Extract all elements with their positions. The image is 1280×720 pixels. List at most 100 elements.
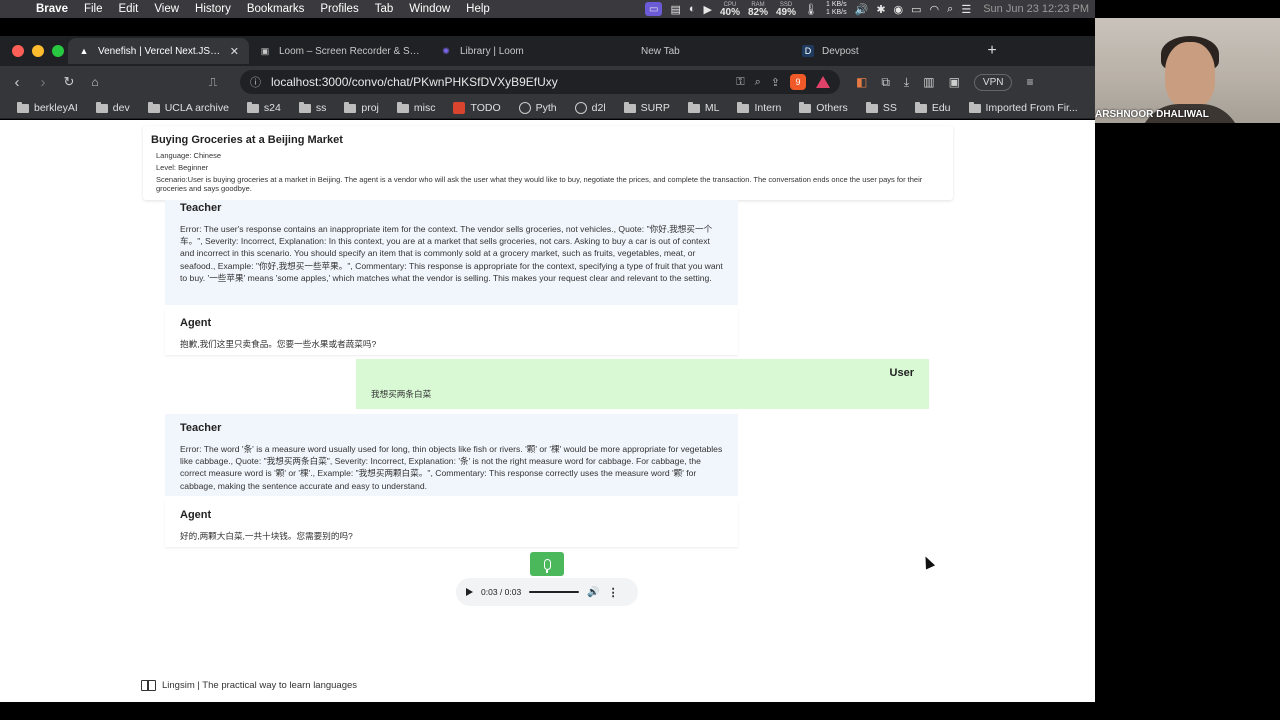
tab-loom-recorder[interactable]: ▣ Loom – Screen Recorder & Scree	[249, 38, 430, 64]
bookmark-imported[interactable]: Imported From Fir...	[960, 101, 1087, 114]
menu-help[interactable]: Help	[458, 3, 498, 15]
forward-icon[interactable]: ›	[30, 74, 56, 91]
bookmark-icon[interactable]: ⎍	[200, 75, 226, 90]
new-tab-button[interactable]: +	[977, 42, 1007, 60]
message-role: User	[889, 367, 914, 379]
message-role: Agent	[180, 509, 212, 521]
message-text: 好的,两颗大白菜,一共十块钱。您需要别的吗?	[180, 531, 353, 541]
footer: Lingsim | The practical way to learn lan…	[141, 680, 357, 691]
volume-icon[interactable]: 🔊	[855, 3, 869, 16]
wallet-icon[interactable]: ▣	[949, 75, 960, 89]
folder-icon	[396, 101, 409, 113]
vpn-button[interactable]: VPN	[973, 73, 1013, 91]
volume-icon[interactable]: 🔊	[587, 587, 599, 598]
message-role: Teacher	[180, 422, 222, 434]
bookmark-misc[interactable]: misc	[388, 101, 445, 114]
thermometer-icon[interactable]: 🌡	[804, 3, 818, 16]
tab-venefish[interactable]: ▲ Venefish | Vercel Next.JS Firef ✕	[68, 38, 249, 64]
clock[interactable]: Sun Jun 23 12:23 PM	[983, 3, 1089, 15]
agent-message: Agent 好的,两颗大白菜,一共十块钱。您需要别的吗?	[165, 501, 738, 547]
menu-file[interactable]: File	[76, 3, 111, 15]
todo-icon	[453, 102, 466, 114]
bookmark-berkleyai[interactable]: berkleyAI	[8, 101, 87, 114]
audio-progress-bar[interactable]	[529, 591, 580, 593]
battery-icon[interactable]: ▭	[911, 3, 921, 16]
bookmark-dev[interactable]: dev	[87, 101, 139, 114]
user-icon[interactable]: ◉	[894, 3, 904, 16]
network-stat[interactable]: 1 KB/s 1 KB/s	[826, 1, 847, 17]
puzzle-icon[interactable]: ⧉	[881, 75, 890, 90]
ssd-stat[interactable]: SSD 49%	[776, 1, 796, 18]
extension-icon[interactable]: ◧	[856, 75, 867, 89]
play-icon[interactable]	[466, 588, 473, 596]
record-button[interactable]	[530, 552, 564, 576]
scenario-card: Buying Groceries at a Beijing Market Lan…	[143, 126, 953, 200]
bookmark-surp[interactable]: SURP	[615, 101, 679, 114]
more-options-icon[interactable]: ⋮	[608, 586, 619, 599]
tab-devpost[interactable]: D Devpost	[792, 38, 973, 64]
control-center-icon[interactable]: ☰	[961, 3, 971, 16]
bookmark-ss[interactable]: ss	[290, 101, 336, 114]
footer-text: Lingsim | The practical way to learn lan…	[162, 680, 358, 691]
key-icon[interactable]: ⚿	[736, 76, 744, 89]
brave-shield-icon[interactable]: 9	[790, 74, 806, 90]
bookmark-pyth[interactable]: Pyth	[510, 102, 566, 114]
home-icon[interactable]: ⌂	[82, 75, 108, 89]
tab-loom-library[interactable]: ✺ Library | Loom	[430, 38, 611, 64]
tab-new-tab[interactable]: New Tab	[611, 38, 792, 64]
wifi-icon[interactable]: ◠	[930, 3, 940, 16]
menu-tab[interactable]: Tab	[367, 3, 402, 15]
cpu-stat[interactable]: CPU 40%	[720, 1, 740, 18]
brave-rewards-icon[interactable]	[816, 76, 830, 88]
bookmark-s24[interactable]: s24	[238, 101, 290, 114]
scenario-level: Level: Beginner	[156, 163, 209, 172]
download-icon[interactable]: ⤓	[904, 75, 909, 90]
bookmark-proj[interactable]: proj	[335, 101, 388, 114]
zoom-window-button[interactable]	[52, 45, 64, 57]
menu-edit[interactable]: Edit	[111, 3, 147, 15]
close-tab-icon[interactable]: ✕	[230, 45, 239, 58]
window-icon[interactable]: ▤	[670, 3, 680, 16]
globe-icon	[574, 102, 587, 114]
bookmark-edu[interactable]: Edu	[906, 101, 960, 114]
microphone-icon	[543, 558, 551, 573]
address-bar[interactable]: ⓘ localhost:3000/convo/chat/PKwnPHKSfDVX…	[240, 70, 840, 94]
bookmark-ucla-archive[interactable]: UCLA archive	[139, 101, 238, 114]
grammarly-icon[interactable]: ◐	[689, 3, 696, 15]
menu-profiles[interactable]: Profiles	[312, 3, 366, 15]
bookmark-others[interactable]: Others	[790, 101, 857, 114]
search-icon[interactable]: ⌕	[947, 3, 953, 16]
menu-app-brave[interactable]: Brave	[28, 3, 76, 15]
bookmark-todo[interactable]: TODO	[444, 102, 509, 114]
bluetooth-icon[interactable]: ✱	[876, 3, 885, 16]
menu-history[interactable]: History	[187, 3, 239, 15]
bookmark-intern[interactable]: Intern	[728, 101, 790, 114]
share-icon[interactable]: ⇪	[771, 76, 780, 89]
zoom-icon[interactable]: ⌕	[755, 76, 761, 89]
bookmark-d2l[interactable]: d2l	[566, 102, 615, 114]
screen-share-icon[interactable]: ▭	[644, 2, 663, 16]
menu-window[interactable]: Window	[401, 3, 458, 15]
person-face	[1165, 42, 1215, 108]
toolbar-actions: ◧ ⧉ ⤓ ▥ ▣ VPN ≡	[856, 73, 1034, 91]
menu-view[interactable]: View	[146, 3, 187, 15]
site-info-icon[interactable]: ⓘ	[250, 74, 261, 90]
reload-icon[interactable]: ↻	[56, 74, 82, 90]
back-icon[interactable]: ‹	[4, 74, 30, 91]
audio-player[interactable]: 0:03 / 0:03 🔊 ⋮	[456, 578, 638, 606]
menu-bookmarks[interactable]: Bookmarks	[239, 3, 313, 15]
devpost-icon: D	[802, 45, 814, 57]
minimize-window-button[interactable]	[32, 45, 44, 57]
play-icon[interactable]: ▶	[704, 3, 712, 16]
screen: Brave File Edit View History Bookmarks P…	[0, 0, 1280, 720]
bookmark-ml[interactable]: ML	[679, 101, 729, 114]
message-role: Teacher	[180, 202, 222, 214]
url-text[interactable]: localhost:3000/convo/chat/PKwnPHKSfDVXyB…	[271, 75, 726, 89]
message-text: 抱歉,我们这里只卖食品。您要一些水果或者蔬菜吗?	[180, 339, 377, 349]
menu-icon[interactable]: ≡	[1026, 75, 1033, 89]
sidebar-icon[interactable]: ▥	[923, 75, 934, 89]
close-window-button[interactable]	[12, 45, 24, 57]
bookmark-ss-2[interactable]: SS	[857, 101, 906, 114]
ram-stat[interactable]: RAM 82%	[748, 1, 768, 18]
folder-icon	[687, 101, 700, 113]
